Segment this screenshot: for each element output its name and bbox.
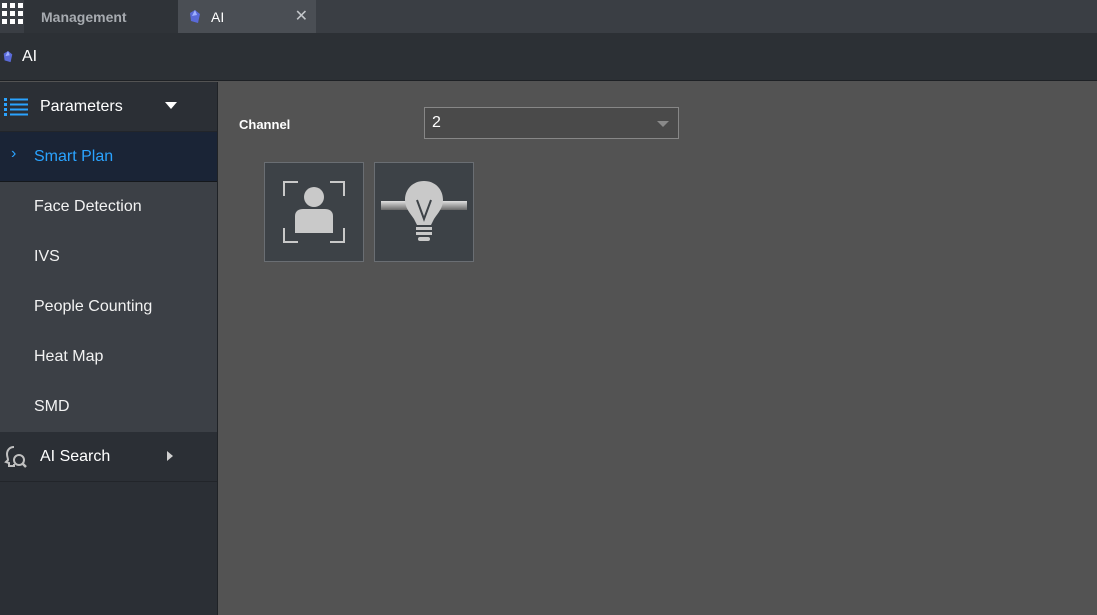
sidebar-item-label: IVS bbox=[34, 248, 60, 265]
sidebar-item-face-detection[interactable]: Face Detection bbox=[0, 182, 217, 232]
sidebar-section-label: Parameters bbox=[40, 97, 123, 115]
sidebar-items: › Smart Plan Face Detection IVS People C… bbox=[0, 132, 217, 432]
close-icon[interactable]: ✕ bbox=[295, 6, 308, 26]
list-icon bbox=[4, 97, 28, 116]
sidebar-item-label: People Counting bbox=[34, 298, 153, 315]
sidebar-section-ai-search[interactable]: AI Search bbox=[0, 432, 217, 482]
tab-ai[interactable]: AI ✕ bbox=[178, 0, 316, 33]
channel-select-value: 2 bbox=[432, 114, 441, 131]
sidebar-item-label: Heat Map bbox=[34, 348, 104, 365]
sidebar-item-heat-map[interactable]: Heat Map bbox=[0, 332, 217, 382]
sidebar-item-smart-plan[interactable]: › Smart Plan bbox=[0, 132, 217, 182]
face-search-icon bbox=[4, 445, 27, 468]
grid-icon bbox=[1, 2, 23, 24]
tab-label: Management bbox=[41, 8, 127, 25]
page-header: AI bbox=[0, 33, 1097, 81]
ai-gem-icon bbox=[190, 9, 200, 23]
sidebar-item-label: Face Detection bbox=[34, 198, 142, 215]
main-content: Channel 2 bbox=[219, 82, 1097, 615]
page-title: AI bbox=[22, 47, 38, 65]
caret-down-icon bbox=[165, 102, 177, 109]
tab-label: AI bbox=[211, 8, 225, 25]
ai-gem-icon bbox=[3, 50, 13, 62]
sidebar-item-label: Smart Plan bbox=[34, 147, 114, 165]
caret-right-icon bbox=[167, 451, 173, 461]
sidebar-item-people-counting[interactable]: People Counting bbox=[0, 282, 217, 332]
apps-grid-button[interactable] bbox=[0, 0, 24, 26]
channel-label: Channel bbox=[239, 117, 291, 132]
tab-bar: Management AI ✕ bbox=[0, 0, 1097, 33]
tab-management[interactable]: Management bbox=[24, 0, 178, 33]
sidebar-item-smd[interactable]: SMD bbox=[0, 382, 217, 432]
chevron-right-icon: › bbox=[11, 145, 17, 162]
face-detection-icon bbox=[283, 181, 345, 243]
sidebar-item-ivs[interactable]: IVS bbox=[0, 232, 217, 282]
plan-face-detection-button[interactable] bbox=[264, 162, 364, 262]
sidebar-section-label: AI Search bbox=[40, 447, 111, 465]
sidebar-section-parameters[interactable]: Parameters bbox=[0, 82, 217, 132]
ivs-bulb-icon bbox=[381, 181, 467, 241]
plan-ivs-button[interactable] bbox=[374, 162, 474, 262]
sidebar-item-label: SMD bbox=[34, 398, 70, 415]
channel-select[interactable]: 2 bbox=[424, 107, 679, 139]
sidebar: Parameters › Smart Plan Face Detection I… bbox=[0, 82, 218, 615]
chevron-down-icon bbox=[657, 121, 669, 127]
